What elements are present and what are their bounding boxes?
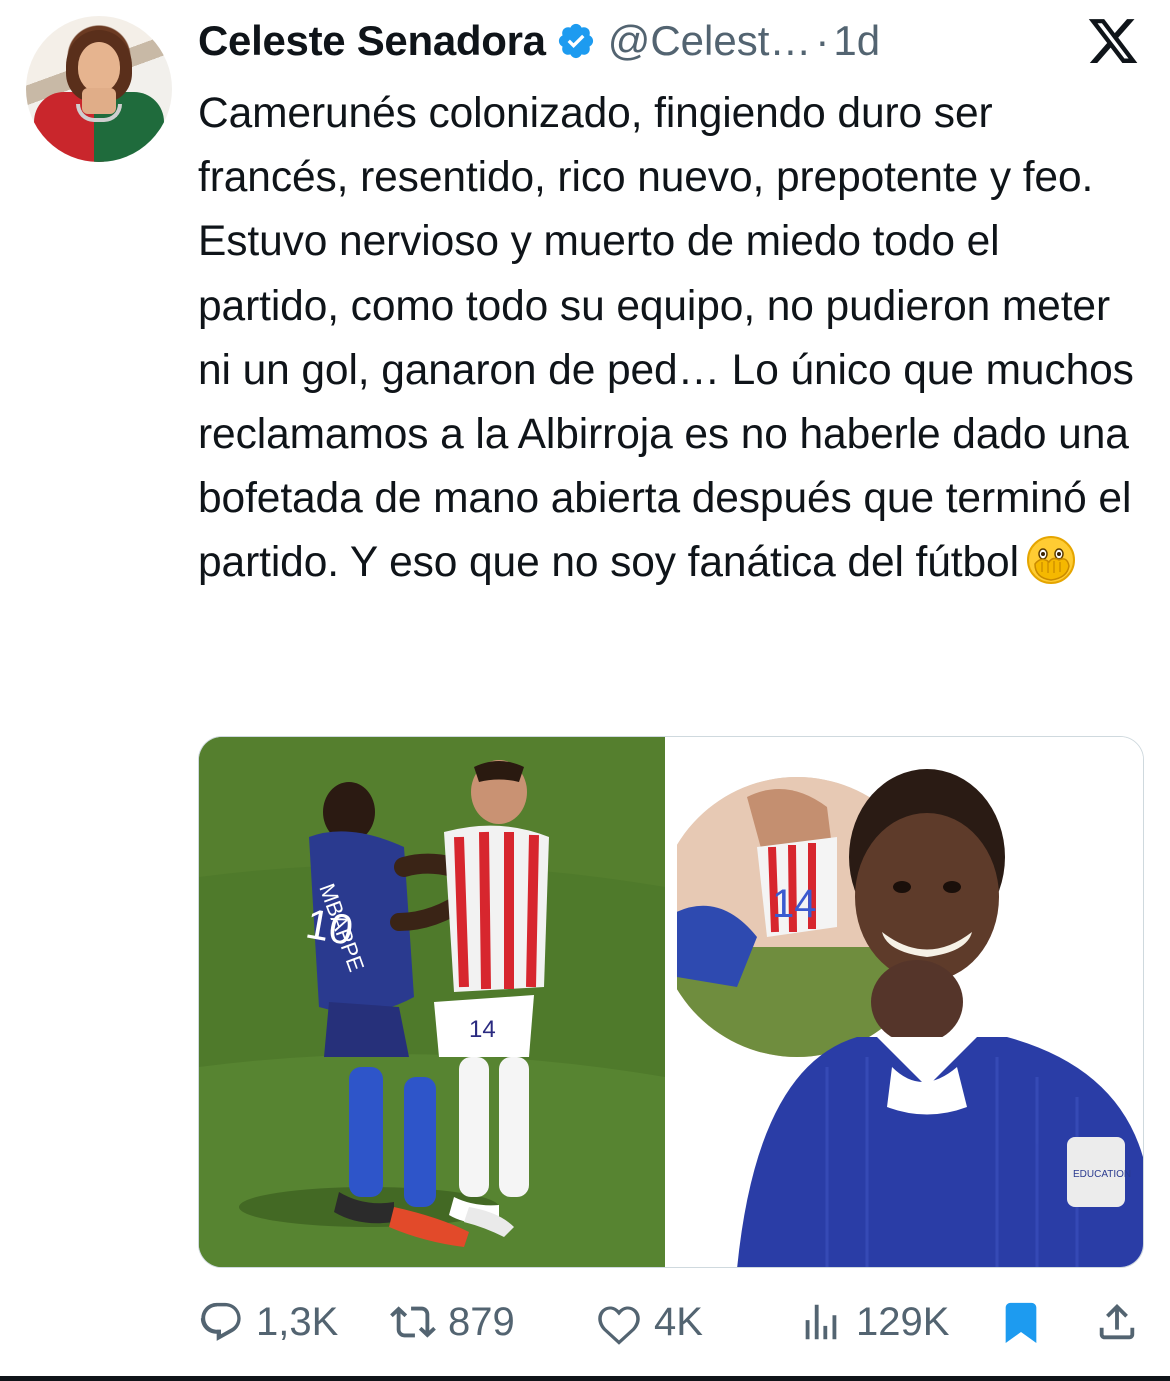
photo-player-smiling[interactable]: 14 EDUCATION xyxy=(677,737,1143,1267)
tweet-text: Camerunés colonizado, fingiendo duro ser… xyxy=(198,90,1146,587)
like-count: 4K xyxy=(654,1299,703,1344)
media-grid[interactable]: MBAPPE 10 14 14 EDUCATION xyxy=(198,736,1144,1268)
header-separator: · xyxy=(815,17,830,64)
photo-players-confrontation[interactable]: MBAPPE 10 14 xyxy=(199,737,665,1267)
bottom-divider xyxy=(0,1376,1170,1381)
svg-text:14: 14 xyxy=(469,1016,496,1043)
photo-1-illustration: MBAPPE 10 14 xyxy=(199,737,665,1267)
tweet-actions: 1,3K 879 4K 129K xyxy=(198,1290,1148,1354)
views-count: 129K xyxy=(856,1299,950,1344)
avatar-face xyxy=(78,42,120,92)
repost-count: 879 xyxy=(448,1299,515,1344)
photo-badge-text: EDUCATION xyxy=(1073,1169,1131,1180)
views-button[interactable]: 129K xyxy=(798,1290,949,1354)
photo-2-illustration: 14 EDUCATION xyxy=(677,737,1143,1267)
svg-text:10: 10 xyxy=(302,900,356,954)
reply-icon xyxy=(200,1302,241,1341)
share-button[interactable] xyxy=(1094,1290,1140,1354)
like-button[interactable]: 4K xyxy=(596,1290,703,1354)
bookmark-button[interactable] xyxy=(998,1290,1044,1354)
share-icon xyxy=(1099,1303,1135,1340)
author-handle[interactable]: @Celest… xyxy=(608,17,812,65)
author-avatar[interactable] xyxy=(26,16,172,162)
reply-button[interactable]: 1,3K xyxy=(198,1290,338,1354)
repost-icon xyxy=(390,1306,436,1338)
tweet-time[interactable]: 1d xyxy=(833,17,880,65)
verified-badge-icon[interactable] xyxy=(556,21,596,61)
tweet-body: Camerunés colonizado, fingiendo duro ser… xyxy=(198,82,1148,596)
author-name[interactable]: Celeste Senadora xyxy=(198,17,546,65)
bookmark-filled-icon xyxy=(1005,1302,1037,1343)
reply-count: 1,3K xyxy=(256,1299,339,1344)
photo-gap xyxy=(665,737,677,1267)
x-logo-icon[interactable] xyxy=(1086,14,1140,68)
tweet-header: Celeste Senadora @Celest… · 1d xyxy=(198,14,880,68)
views-chart-icon xyxy=(805,1304,837,1340)
heart-icon xyxy=(598,1306,640,1345)
face-hand-over-mouth-emoji-icon xyxy=(1026,536,1075,585)
svg-text:14: 14 xyxy=(772,882,817,926)
repost-button[interactable]: 879 xyxy=(390,1290,515,1354)
